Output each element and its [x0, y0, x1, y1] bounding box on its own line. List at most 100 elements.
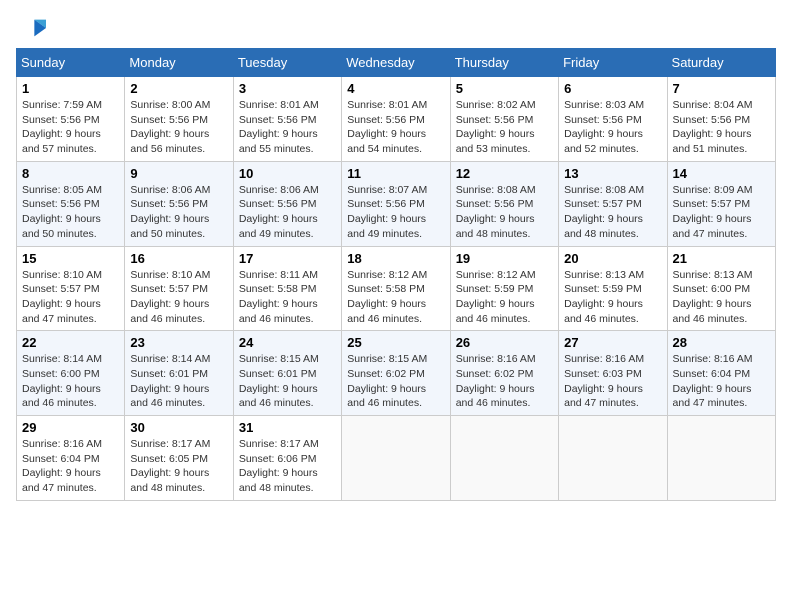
day-info: Sunrise: 8:16 AMSunset: 6:04 PMDaylight:… [673, 353, 753, 409]
calendar-day-cell [667, 416, 775, 501]
calendar-week-row: 15 Sunrise: 8:10 AMSunset: 5:57 PMDaylig… [17, 246, 776, 331]
day-number: 28 [673, 335, 770, 350]
day-info: Sunrise: 8:11 AMSunset: 5:58 PMDaylight:… [239, 269, 318, 325]
day-number: 30 [130, 420, 227, 435]
calendar-header-row: SundayMondayTuesdayWednesdayThursdayFrid… [17, 49, 776, 77]
day-info: Sunrise: 8:06 AMSunset: 5:56 PMDaylight:… [239, 184, 319, 240]
weekday-header: Wednesday [342, 49, 450, 77]
day-info: Sunrise: 8:10 AMSunset: 5:57 PMDaylight:… [22, 269, 102, 325]
calendar-day-cell: 19 Sunrise: 8:12 AMSunset: 5:59 PMDaylig… [450, 246, 558, 331]
day-number: 29 [22, 420, 119, 435]
day-info: Sunrise: 7:59 AMSunset: 5:56 PMDaylight:… [22, 99, 102, 155]
day-number: 2 [130, 81, 227, 96]
day-info: Sunrise: 8:16 AMSunset: 6:04 PMDaylight:… [22, 438, 102, 494]
calendar-day-cell: 13 Sunrise: 8:08 AMSunset: 5:57 PMDaylig… [559, 161, 667, 246]
calendar-day-cell: 22 Sunrise: 8:14 AMSunset: 6:00 PMDaylig… [17, 331, 125, 416]
calendar-day-cell: 20 Sunrise: 8:13 AMSunset: 5:59 PMDaylig… [559, 246, 667, 331]
day-info: Sunrise: 8:02 AMSunset: 5:56 PMDaylight:… [456, 99, 536, 155]
calendar-day-cell [450, 416, 558, 501]
day-number: 15 [22, 251, 119, 266]
day-info: Sunrise: 8:06 AMSunset: 5:56 PMDaylight:… [130, 184, 210, 240]
day-info: Sunrise: 8:14 AMSunset: 6:01 PMDaylight:… [130, 353, 210, 409]
calendar-day-cell: 3 Sunrise: 8:01 AMSunset: 5:56 PMDayligh… [233, 77, 341, 162]
calendar-table: SundayMondayTuesdayWednesdayThursdayFrid… [16, 48, 776, 501]
calendar-day-cell: 16 Sunrise: 8:10 AMSunset: 5:57 PMDaylig… [125, 246, 233, 331]
day-number: 4 [347, 81, 444, 96]
calendar-week-row: 8 Sunrise: 8:05 AMSunset: 5:56 PMDayligh… [17, 161, 776, 246]
day-info: Sunrise: 8:09 AMSunset: 5:57 PMDaylight:… [673, 184, 753, 240]
day-info: Sunrise: 8:01 AMSunset: 5:56 PMDaylight:… [347, 99, 427, 155]
calendar-day-cell [559, 416, 667, 501]
weekday-header: Thursday [450, 49, 558, 77]
calendar-day-cell: 7 Sunrise: 8:04 AMSunset: 5:56 PMDayligh… [667, 77, 775, 162]
weekday-header: Saturday [667, 49, 775, 77]
calendar-day-cell: 24 Sunrise: 8:15 AMSunset: 6:01 PMDaylig… [233, 331, 341, 416]
day-info: Sunrise: 8:12 AMSunset: 5:58 PMDaylight:… [347, 269, 427, 325]
day-number: 3 [239, 81, 336, 96]
day-number: 24 [239, 335, 336, 350]
day-info: Sunrise: 8:13 AMSunset: 5:59 PMDaylight:… [564, 269, 644, 325]
calendar-day-cell: 18 Sunrise: 8:12 AMSunset: 5:58 PMDaylig… [342, 246, 450, 331]
logo-icon [16, 16, 46, 40]
calendar-day-cell: 15 Sunrise: 8:10 AMSunset: 5:57 PMDaylig… [17, 246, 125, 331]
day-number: 23 [130, 335, 227, 350]
weekday-header: Tuesday [233, 49, 341, 77]
calendar-day-cell: 25 Sunrise: 8:15 AMSunset: 6:02 PMDaylig… [342, 331, 450, 416]
calendar-week-row: 22 Sunrise: 8:14 AMSunset: 6:00 PMDaylig… [17, 331, 776, 416]
day-info: Sunrise: 8:08 AMSunset: 5:56 PMDaylight:… [456, 184, 536, 240]
day-info: Sunrise: 8:13 AMSunset: 6:00 PMDaylight:… [673, 269, 753, 325]
calendar-day-cell: 12 Sunrise: 8:08 AMSunset: 5:56 PMDaylig… [450, 161, 558, 246]
day-number: 16 [130, 251, 227, 266]
day-number: 17 [239, 251, 336, 266]
calendar-day-cell: 30 Sunrise: 8:17 AMSunset: 6:05 PMDaylig… [125, 416, 233, 501]
day-info: Sunrise: 8:12 AMSunset: 5:59 PMDaylight:… [456, 269, 536, 325]
calendar-day-cell: 23 Sunrise: 8:14 AMSunset: 6:01 PMDaylig… [125, 331, 233, 416]
day-number: 27 [564, 335, 661, 350]
calendar-day-cell: 14 Sunrise: 8:09 AMSunset: 5:57 PMDaylig… [667, 161, 775, 246]
logo [16, 16, 50, 40]
day-info: Sunrise: 8:08 AMSunset: 5:57 PMDaylight:… [564, 184, 644, 240]
calendar-day-cell: 6 Sunrise: 8:03 AMSunset: 5:56 PMDayligh… [559, 77, 667, 162]
day-number: 25 [347, 335, 444, 350]
day-number: 20 [564, 251, 661, 266]
calendar-day-cell: 4 Sunrise: 8:01 AMSunset: 5:56 PMDayligh… [342, 77, 450, 162]
day-number: 22 [22, 335, 119, 350]
day-number: 1 [22, 81, 119, 96]
calendar-day-cell: 21 Sunrise: 8:13 AMSunset: 6:00 PMDaylig… [667, 246, 775, 331]
calendar-day-cell: 2 Sunrise: 8:00 AMSunset: 5:56 PMDayligh… [125, 77, 233, 162]
day-number: 14 [673, 166, 770, 181]
calendar-day-cell: 11 Sunrise: 8:07 AMSunset: 5:56 PMDaylig… [342, 161, 450, 246]
day-number: 13 [564, 166, 661, 181]
calendar-day-cell: 5 Sunrise: 8:02 AMSunset: 5:56 PMDayligh… [450, 77, 558, 162]
day-info: Sunrise: 8:17 AMSunset: 6:06 PMDaylight:… [239, 438, 319, 494]
day-info: Sunrise: 8:01 AMSunset: 5:56 PMDaylight:… [239, 99, 319, 155]
day-info: Sunrise: 8:00 AMSunset: 5:56 PMDaylight:… [130, 99, 210, 155]
calendar-day-cell: 27 Sunrise: 8:16 AMSunset: 6:03 PMDaylig… [559, 331, 667, 416]
calendar-day-cell: 28 Sunrise: 8:16 AMSunset: 6:04 PMDaylig… [667, 331, 775, 416]
day-info: Sunrise: 8:17 AMSunset: 6:05 PMDaylight:… [130, 438, 210, 494]
day-number: 11 [347, 166, 444, 181]
day-info: Sunrise: 8:07 AMSunset: 5:56 PMDaylight:… [347, 184, 427, 240]
day-number: 7 [673, 81, 770, 96]
calendar-day-cell: 29 Sunrise: 8:16 AMSunset: 6:04 PMDaylig… [17, 416, 125, 501]
calendar-day-cell: 31 Sunrise: 8:17 AMSunset: 6:06 PMDaylig… [233, 416, 341, 501]
day-info: Sunrise: 8:15 AMSunset: 6:01 PMDaylight:… [239, 353, 319, 409]
day-info: Sunrise: 8:15 AMSunset: 6:02 PMDaylight:… [347, 353, 427, 409]
day-info: Sunrise: 8:05 AMSunset: 5:56 PMDaylight:… [22, 184, 102, 240]
day-number: 19 [456, 251, 553, 266]
day-info: Sunrise: 8:16 AMSunset: 6:02 PMDaylight:… [456, 353, 536, 409]
day-number: 6 [564, 81, 661, 96]
day-number: 18 [347, 251, 444, 266]
day-number: 10 [239, 166, 336, 181]
calendar-day-cell: 8 Sunrise: 8:05 AMSunset: 5:56 PMDayligh… [17, 161, 125, 246]
weekday-header: Monday [125, 49, 233, 77]
page-header [16, 16, 776, 40]
day-number: 9 [130, 166, 227, 181]
calendar-day-cell: 10 Sunrise: 8:06 AMSunset: 5:56 PMDaylig… [233, 161, 341, 246]
weekday-header: Sunday [17, 49, 125, 77]
day-number: 21 [673, 251, 770, 266]
calendar-day-cell: 9 Sunrise: 8:06 AMSunset: 5:56 PMDayligh… [125, 161, 233, 246]
day-info: Sunrise: 8:14 AMSunset: 6:00 PMDaylight:… [22, 353, 102, 409]
calendar-day-cell: 17 Sunrise: 8:11 AMSunset: 5:58 PMDaylig… [233, 246, 341, 331]
calendar-day-cell: 1 Sunrise: 7:59 AMSunset: 5:56 PMDayligh… [17, 77, 125, 162]
